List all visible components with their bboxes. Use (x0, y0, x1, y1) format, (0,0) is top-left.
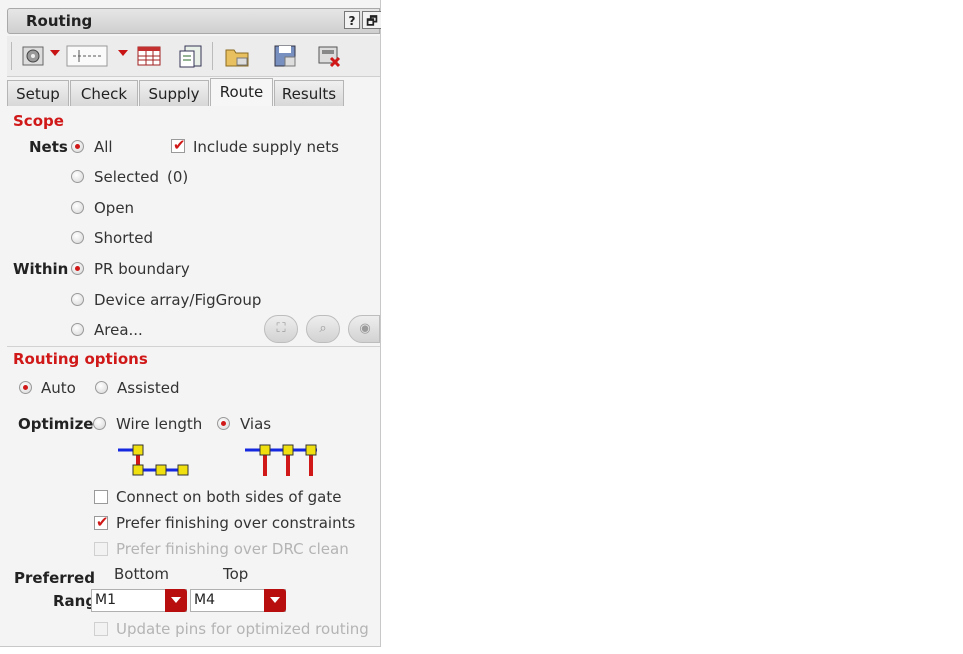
toolbar-grip (11, 42, 12, 70)
optimize-vias-label: Vias (240, 415, 272, 433)
connect-both-sides-label: Connect on both sides of gate (116, 488, 342, 506)
nets-selected-label: Selected (94, 168, 160, 186)
within-label: Within (13, 260, 69, 278)
within-pr-boundary-label: PR boundary (94, 260, 190, 278)
within-device-array-label: Device array/FigGroup (94, 291, 262, 309)
report-icon[interactable] (177, 42, 205, 70)
nets-label: Nets (29, 138, 68, 156)
within-area-radio[interactable] (71, 323, 84, 336)
chevron-down-icon[interactable] (165, 589, 187, 612)
wire-length-diagram-icon (118, 444, 189, 476)
nets-shorted-label: Shorted (94, 229, 154, 247)
vias-diagram-icon (245, 444, 317, 476)
nets-all-label: All (94, 138, 113, 156)
update-pins-label: Update pins for optimized routing (116, 620, 369, 638)
within-pr-boundary-radio[interactable] (71, 262, 84, 275)
nets-open-label: Open (94, 199, 135, 217)
toolbar (7, 36, 380, 77)
prefer-finishing-drc-checkbox[interactable] (94, 542, 108, 556)
area-zoom-button[interactable]: ⌕ (306, 315, 340, 343)
connect-both-sides-checkbox[interactable] (94, 490, 108, 504)
route-net-dropdown-icon[interactable] (118, 50, 128, 56)
save-icon[interactable] (271, 42, 299, 70)
routing-panel: Routing ? 🗗 Setup Check Supply Route Res… (0, 0, 381, 647)
top-layer-select[interactable]: M4 (190, 589, 286, 612)
include-supply-label: Include supply nets (193, 138, 339, 156)
optimize-vias-radio[interactable] (217, 417, 230, 430)
nets-open-radio[interactable] (71, 201, 84, 214)
bottom-layer-select[interactable]: M1 (91, 589, 187, 612)
eye-icon: ◉ (359, 321, 371, 336)
nets-shorted-radio[interactable] (71, 231, 84, 244)
within-area-label: Area... (94, 321, 143, 339)
tab-setup[interactable]: Setup (7, 80, 69, 106)
within-device-array-radio[interactable] (71, 293, 84, 306)
toolbar-separator (212, 42, 213, 70)
checkmark-icon: ✔ (96, 513, 109, 531)
top-layer-value: M4 (194, 592, 215, 608)
tab-route[interactable]: Route (210, 78, 273, 106)
tab-bar: Setup Check Supply Route Results (7, 78, 380, 106)
panel-titlebar: Routing ? 🗗 (7, 8, 381, 34)
prefer-finishing-drc-label: Prefer finishing over DRC clean (116, 540, 349, 558)
section-divider (7, 346, 380, 347)
nets-selected-radio[interactable] (71, 170, 84, 183)
mode-assisted-radio[interactable] (95, 381, 108, 394)
delete-icon[interactable] (315, 42, 343, 70)
route-net-icon[interactable] (65, 42, 111, 70)
tab-results[interactable]: Results (274, 80, 344, 106)
area-view-button[interactable]: ◉ (348, 315, 380, 343)
help-button[interactable]: ? (344, 11, 360, 29)
table-icon[interactable] (135, 42, 163, 70)
prefer-finishing-constraints-checkbox[interactable]: ✔ (94, 513, 109, 531)
zoom-icon: ⌕ (319, 321, 327, 336)
route-settings-icon[interactable] (19, 42, 47, 70)
route-settings-dropdown-icon[interactable] (50, 50, 60, 56)
optimize-wire-length-label: Wire length (116, 415, 203, 433)
chevron-down-icon[interactable] (264, 589, 286, 612)
top-label: Top (223, 565, 249, 583)
optimize-label: Optimize (18, 415, 94, 433)
select-area-icon: ⛶ (276, 321, 286, 336)
panel-title: Routing (26, 12, 93, 30)
mode-auto-radio[interactable] (19, 381, 32, 394)
mode-assisted-label: Assisted (117, 379, 180, 397)
bottom-layer-value: M1 (95, 592, 116, 608)
float-window-button[interactable]: 🗗 (362, 11, 381, 29)
prefer-finishing-constraints-label: Prefer finishing over constraints (116, 514, 356, 532)
open-folder-icon[interactable] (223, 42, 251, 70)
tab-check[interactable]: Check (70, 80, 138, 106)
include-supply-checkbox[interactable]: ✔ (171, 136, 186, 154)
preferred-label: Preferred (14, 569, 95, 587)
tab-supply[interactable]: Supply (139, 80, 209, 106)
scope-heading: Scope (13, 112, 64, 130)
bottom-label: Bottom (114, 565, 170, 583)
mode-auto-label: Auto (41, 379, 76, 397)
area-select-button[interactable]: ⛶ (264, 315, 298, 343)
update-pins-checkbox[interactable] (94, 622, 108, 636)
nets-all-radio[interactable] (71, 140, 84, 153)
optimize-wire-length-radio[interactable] (93, 417, 106, 430)
checkmark-icon: ✔ (173, 136, 186, 154)
selected-count: (0) (167, 168, 189, 186)
routing-options-heading: Routing options (13, 350, 148, 368)
